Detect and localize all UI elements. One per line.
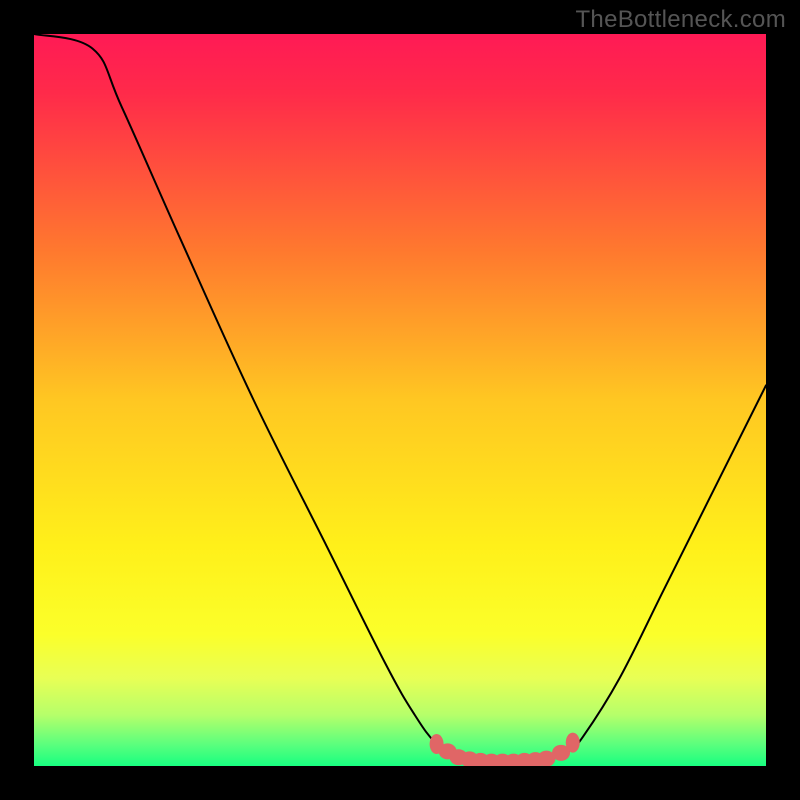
bottleneck-plot — [34, 34, 766, 766]
gradient-background — [34, 34, 766, 766]
watermark-label: TheBottleneck.com — [575, 6, 786, 34]
highlight-dot — [566, 733, 580, 753]
chart-frame: TheBottleneck.com — [0, 0, 800, 800]
